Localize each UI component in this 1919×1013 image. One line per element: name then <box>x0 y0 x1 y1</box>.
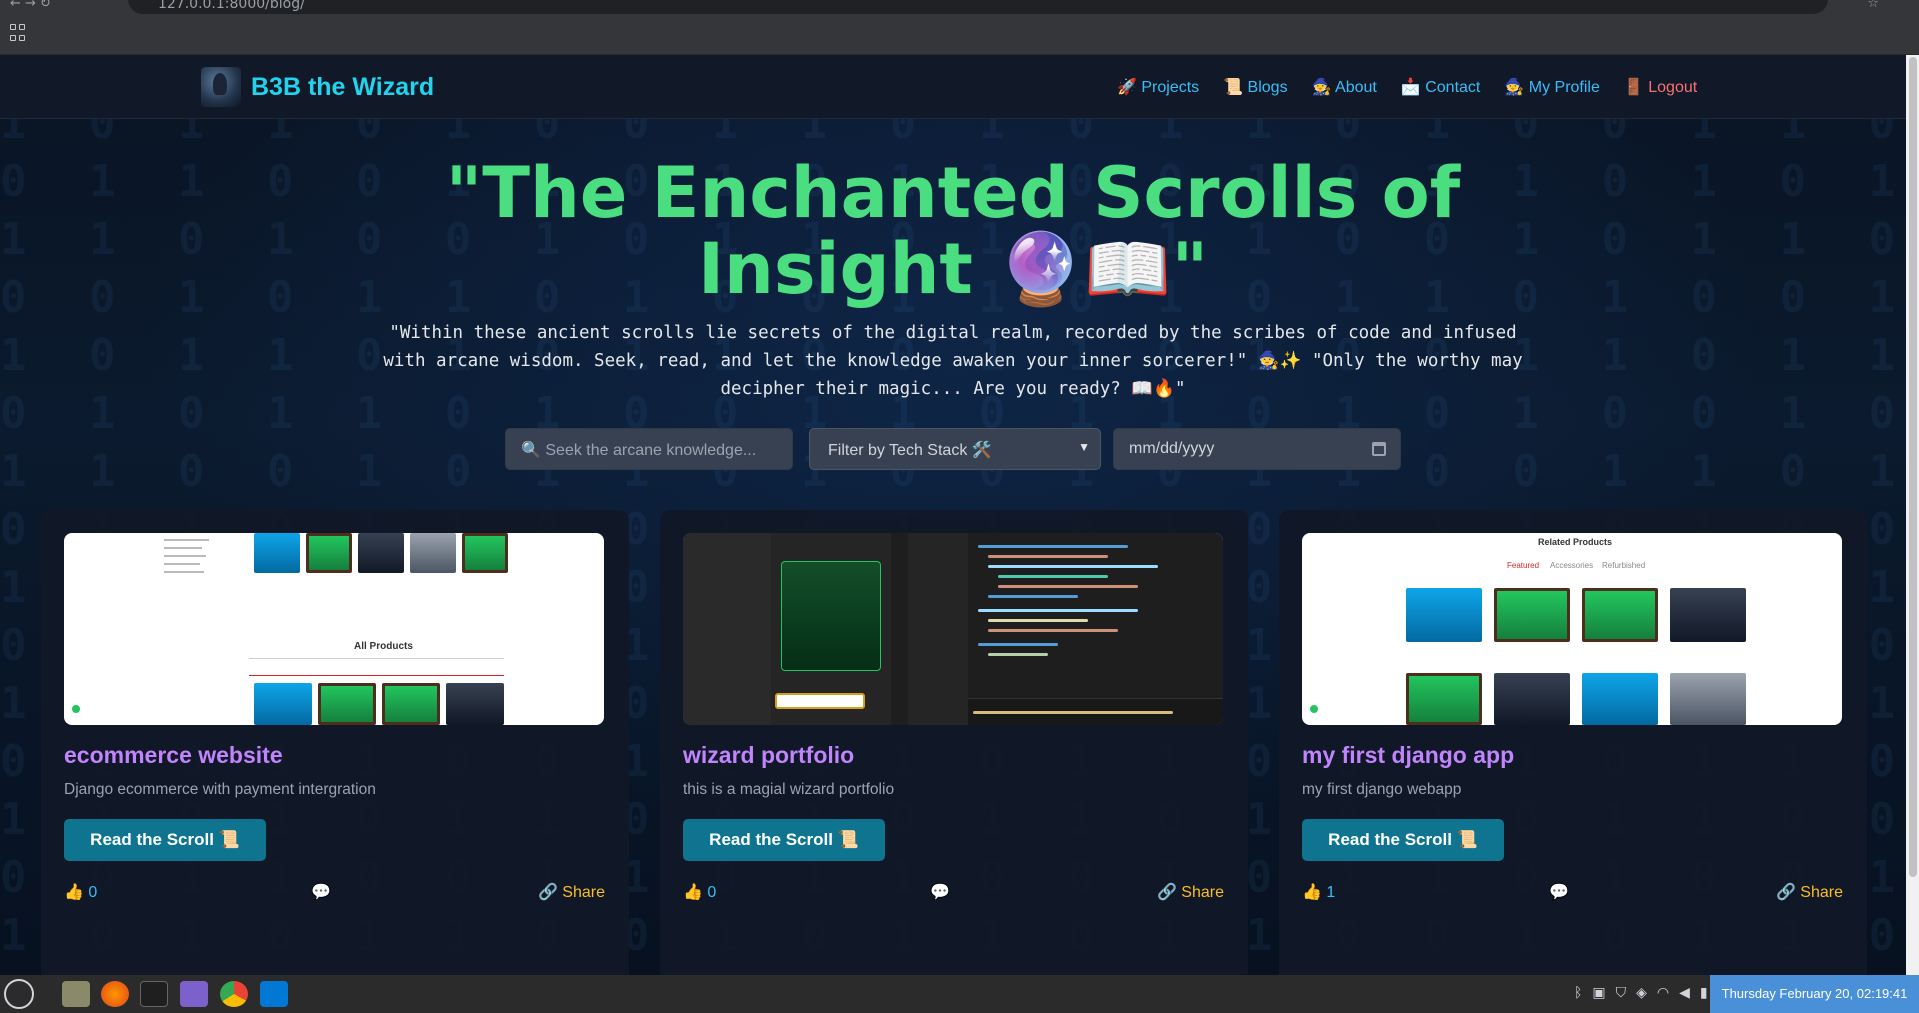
address-bar[interactable]: 127.0.0.1:8000/blog/ <box>128 0 1828 14</box>
chevron-down-icon: ▼ <box>1078 440 1090 454</box>
wifi-icon[interactable]: ◠ <box>1657 985 1669 1001</box>
nav-links: 🚀 Projects 📜 Blogs 🧙 About 📩 Contact 🧙 M… <box>1117 77 1697 97</box>
page-viewport: 1 0 1 1 0 1 0 0 1 1 0 1 0 1 1 0 1 0 0 1 … <box>0 55 1906 975</box>
shield-icon[interactable]: ⛉ <box>1616 985 1627 1001</box>
nav-about[interactable]: 🧙 About <box>1312 77 1377 97</box>
page-description: "Within these ancient scrolls lie secret… <box>383 323 1523 399</box>
tech-stack-select-value: Filter by Tech Stack 🛠️ <box>828 442 992 459</box>
nav-projects[interactable]: 🚀 Projects <box>1117 77 1199 97</box>
card-title[interactable]: ecommerce website <box>64 742 283 769</box>
apps-grid-icon[interactable] <box>10 24 28 42</box>
sidebar-mock <box>164 533 224 613</box>
whatsapp-icon <box>72 705 80 713</box>
terminal-icon[interactable] <box>140 981 168 1007</box>
taskbar-clock[interactable]: Thursday February 20, 02:19:41 <box>1710 975 1919 1013</box>
card-thumbnail-ecommerce[interactable]: All Products <box>64 533 604 725</box>
nav-blogs[interactable]: 📜 Blogs <box>1223 77 1287 97</box>
bookmark-star-icon[interactable]: ☆ <box>1867 0 1879 11</box>
file-manager-icon[interactable] <box>62 981 90 1007</box>
blog-card: All Products ecommerce website Django ec… <box>41 510 629 975</box>
brand-name: B3B the Wizard <box>251 72 435 101</box>
card-description: my first django webapp <box>1302 781 1462 798</box>
search-input[interactable]: 🔍 Seek the arcane knowledge... <box>505 428 793 470</box>
related-products-row-2 <box>1406 673 1746 725</box>
card-title[interactable]: wizard portfolio <box>683 742 854 769</box>
volume-icon[interactable]: ◀ <box>1679 985 1690 1001</box>
card-title[interactable]: my first django app <box>1302 742 1514 769</box>
system-tray: ᛒ ▣ ⛉ ◈ ◠ ◀ ▮ <box>1574 985 1708 1001</box>
comment-icon[interactable]: 💬 <box>311 882 331 901</box>
calendar-icon[interactable] <box>1372 442 1386 456</box>
blog-card: Related Products Featured Accessories Re… <box>1279 510 1867 975</box>
product-thumbs <box>254 533 508 573</box>
filter-bar: 🔍 Seek the arcane knowledge... Filter by… <box>505 428 1401 470</box>
update-icon[interactable]: ◈ <box>1636 985 1647 1001</box>
share-button[interactable]: 🔗 Share <box>538 882 605 902</box>
scrollbar-thumb[interactable] <box>1909 57 1917 877</box>
related-products-row-1 <box>1406 588 1746 642</box>
nav-contact[interactable]: 📩 Contact <box>1401 77 1481 97</box>
share-button[interactable]: 🔗 Share <box>1776 882 1843 902</box>
vscode-icon[interactable] <box>260 981 288 1007</box>
os-taskbar: ᛒ ▣ ⛉ ◈ ◠ ◀ ▮ Thursday February 20, 02:1… <box>0 975 1919 1013</box>
firefox-icon[interactable] <box>101 981 129 1007</box>
all-products-heading: All Products <box>354 641 413 652</box>
brand-link[interactable]: B3B the Wizard <box>201 67 434 107</box>
read-the-scroll-button[interactable]: Read the Scroll 📜 <box>683 819 885 861</box>
clipboard-icon[interactable]: ▣ <box>1592 985 1605 1001</box>
read-the-scroll-button[interactable]: Read the Scroll 📜 <box>64 819 266 861</box>
blog-card: wizard portfolio this is a magial wizard… <box>660 510 1248 975</box>
card-description: Django ecommerce with payment intergrati… <box>64 781 376 798</box>
share-button[interactable]: 🔗 Share <box>1157 882 1224 902</box>
like-button[interactable]: 👍 0 <box>64 882 97 902</box>
bluetooth-icon[interactable]: ᛒ <box>1574 985 1582 1001</box>
nav-my-profile[interactable]: 🧙 My Profile <box>1504 77 1600 97</box>
site-navbar: B3B the Wizard 🚀 Projects 📜 Blogs 🧙 Abou… <box>0 55 1906 119</box>
whatsapp-icon <box>1310 705 1318 713</box>
app-icon[interactable] <box>180 981 208 1007</box>
comment-icon[interactable]: 💬 <box>1549 882 1569 901</box>
tab-featured: Featured <box>1507 561 1540 570</box>
battery-icon[interactable]: ▮ <box>1700 985 1708 1001</box>
card-thumbnail-django-app[interactable]: Related Products Featured Accessories Re… <box>1302 533 1842 725</box>
like-button[interactable]: 👍 0 <box>683 882 716 902</box>
related-products-heading: Related Products <box>1538 537 1613 547</box>
page-scrollbar[interactable] <box>1906 55 1919 975</box>
card-description: this is a magial wizard portfolio <box>683 781 895 798</box>
date-filter-input[interactable]: mm/dd/yyyy <box>1113 428 1401 470</box>
bookmarks-bar <box>0 14 1919 55</box>
chrome-icon[interactable] <box>220 981 248 1007</box>
date-placeholder: mm/dd/yyyy <box>1129 440 1215 457</box>
tab-accessories: Accessories <box>1550 561 1594 570</box>
read-the-scroll-button[interactable]: Read the Scroll 📜 <box>1302 819 1504 861</box>
wizard-logo <box>201 67 241 107</box>
browser-nav-icons[interactable]: ← → ↻ <box>10 0 51 11</box>
nav-logout[interactable]: 🚪 Logout <box>1624 77 1697 97</box>
page-title: "The Enchanted Scrolls of Insight 🔮📖" <box>445 152 1461 310</box>
tab-refurbished: Refurbished <box>1602 561 1646 570</box>
start-menu-icon[interactable] <box>4 979 34 1009</box>
product-grid <box>254 683 504 725</box>
comment-icon[interactable]: 💬 <box>930 882 950 901</box>
card-thumbnail-wizard-portfolio[interactable] <box>683 533 1223 725</box>
browser-toolbar: ← → ↻ 127.0.0.1:8000/blog/ ☆ <box>0 0 1919 14</box>
like-button[interactable]: 👍 1 <box>1302 882 1335 902</box>
code-editor-mock <box>683 533 1223 725</box>
tech-stack-select[interactable]: Filter by Tech Stack 🛠️ ▼ <box>809 428 1101 470</box>
